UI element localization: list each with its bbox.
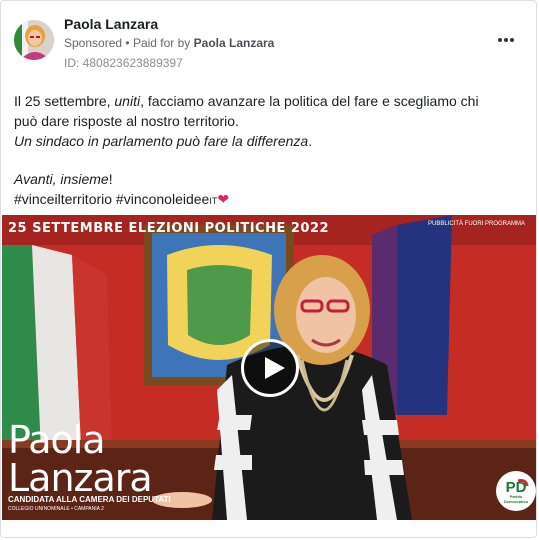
separator-dot: •: [125, 36, 130, 50]
more-dots-glyph: [498, 38, 514, 42]
text-fragment: !: [108, 171, 113, 187]
text-italic: Avanti, insieme: [14, 171, 109, 187]
video-candidate-sub: COLLEGIO UNINOMINALE • CAMPANIA 2: [8, 506, 104, 512]
text-fragment: .: [308, 133, 313, 149]
paid-for-name[interactable]: Paola Lanzara: [194, 36, 275, 50]
pd-logo: PD Partito Democratico: [496, 471, 536, 511]
ad-card: Paola Lanzara Sponsored • Paid for by Pa…: [0, 0, 537, 538]
ad-video[interactable]: 25 SETTEMBRE ELEZIONI POLITICHE 2022 PUB…: [2, 215, 536, 520]
video-small-credit: PUBBLICITÀ FUORI PROGRAMMA: [427, 221, 525, 227]
pd-logo-sub: Partito Democratico: [503, 494, 529, 504]
text-fragment: Il 25 settembre,: [14, 93, 115, 109]
video-name-line-1: Paola: [8, 418, 106, 462]
ad-id: ID: 480823623889397: [64, 56, 183, 70]
sponsorship-line: Sponsored • Paid for by Paola Lanzara: [64, 36, 274, 50]
video-name-line-2: Lanzara: [8, 456, 153, 500]
paid-for-prefix: Paid for by: [132, 36, 191, 50]
video-candidate-line: CANDIDATA ALLA CAMERA DEI DEPUTATI: [8, 495, 171, 504]
more-dots-icon[interactable]: [498, 31, 514, 43]
text-line-2: può dare risposte al nostro territorio.: [14, 113, 239, 129]
text-line-3: Un sindaco in parlamento può fare la dif…: [14, 131, 529, 151]
video-top-caption: 25 SETTEMBRE ELEZIONI POLITICHE 2022: [8, 221, 330, 236]
hashtags-line: #vinceilterritorio #vincono​leideeIT❤: [14, 189, 529, 211]
text-line-4: Avanti, insieme!: [14, 169, 529, 189]
hashtags[interactable]: #vinceilterritorio #vincono​leidee: [14, 191, 209, 207]
heart-icon: ❤: [217, 191, 230, 207]
author-name[interactable]: Paola Lanzara: [64, 16, 158, 32]
avatar-image: [14, 20, 54, 60]
post-text: Il 25 settembre, uniti, facciamo avanzar…: [14, 91, 529, 211]
play-icon[interactable]: [241, 339, 299, 397]
text-italic: Un sindaco in parlamento può fare la dif…: [14, 133, 309, 149]
pd-logo-mark: PD: [497, 472, 535, 510]
sponsored-label: Sponsored: [64, 36, 123, 50]
text-line-1: Il 25 settembre, uniti, facciamo avanzar…: [14, 91, 529, 111]
text-italic: uniti: [114, 93, 141, 109]
author-avatar[interactable]: [14, 20, 54, 60]
text-fragment: , facciamo avanzare la politica del fare…: [140, 93, 479, 109]
